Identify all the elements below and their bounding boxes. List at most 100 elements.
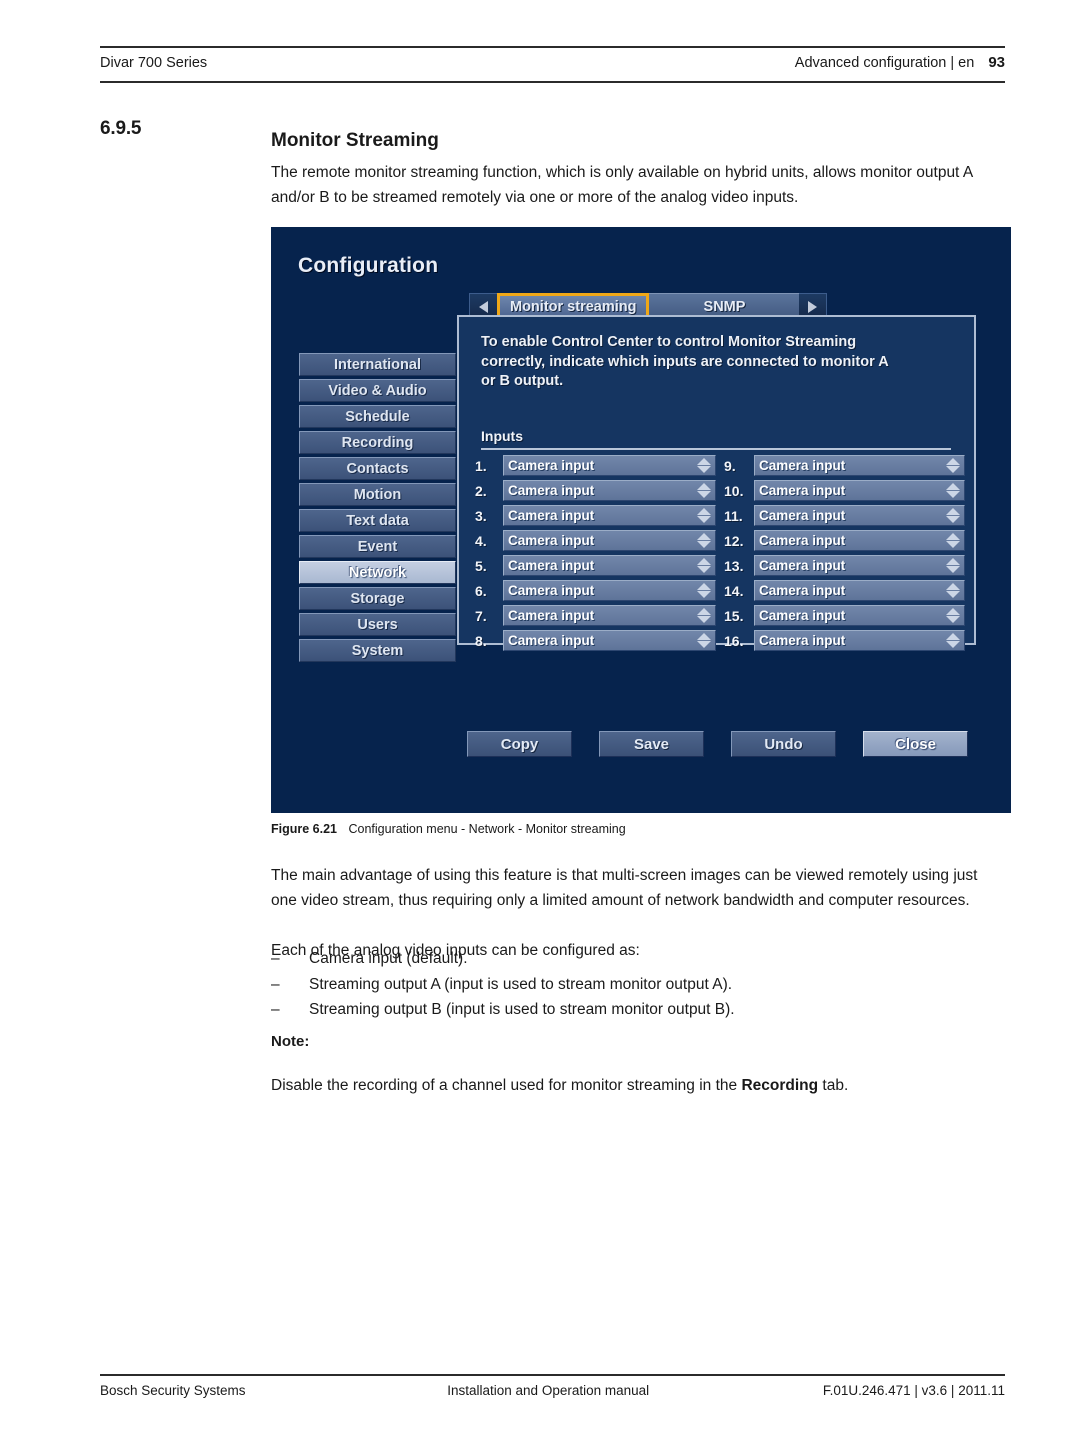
spinner-updown-icon[interactable] [696,582,712,599]
input-row-16: 16. Camera input [724,630,965,651]
sidebar-item-text-data[interactable]: Text data [299,509,456,532]
spinner-updown-icon[interactable] [696,607,712,624]
input-row-9: 9. Camera input [724,455,965,476]
spinner-updown-icon[interactable] [945,482,961,499]
input-9-select[interactable]: Camera input [754,455,965,476]
spinner-updown-icon[interactable] [945,532,961,549]
sidebar-item-label: Contacts [346,460,409,477]
input-row-13: 13. Camera input [724,555,965,576]
input-select-value: Camera input [508,633,595,648]
sidebar-item-video-audio[interactable]: Video & Audio [299,379,456,402]
save-button[interactable]: Save [599,731,704,757]
header-chapter-label: Advanced configuration | en [794,55,975,71]
header-rule-bottom [100,81,1005,83]
header-page-number: 93 [988,54,1005,71]
tab-snmp-label: SNMP [703,299,746,315]
input-row-2: 2. Camera input [475,480,716,501]
sidebar-item-international[interactable]: International [299,353,456,376]
input-number: 5. [475,557,487,574]
intro-paragraph: The remote monitor streaming function, w… [271,163,973,207]
input-13-select[interactable]: Camera input [754,555,965,576]
input-11-select[interactable]: Camera input [754,505,965,526]
screenshot-window-title: Configuration [298,254,439,277]
sidebar-item-label: Text data [346,512,409,529]
panel-description: To enable Control Center to control Moni… [481,334,889,389]
sidebar-item-storage[interactable]: Storage [299,587,456,610]
undo-button[interactable]: Undo [731,731,836,757]
spinner-updown-icon[interactable] [696,532,712,549]
sidebar-item-motion[interactable]: Motion [299,483,456,506]
input-2-select[interactable]: Camera input [503,480,716,501]
spinner-updown-icon[interactable] [945,457,961,474]
spinner-updown-icon[interactable] [696,557,712,574]
input-select-value: Camera input [508,483,595,498]
inputs-divider [481,448,951,450]
copy-button[interactable]: Copy [467,731,572,757]
input-10-select[interactable]: Camera input [754,480,965,501]
sidebar-item-label: System [351,642,404,659]
spinner-updown-icon[interactable] [945,607,961,624]
input-7-select[interactable]: Camera input [503,605,716,626]
input-5-select[interactable]: Camera input [503,555,716,576]
page-header: Divar 700 Series Advanced configuration … [100,46,1005,83]
inputs-column-right: 9. Camera input 10. Camera input 11. Cam… [724,455,965,651]
input-number: 11. [724,507,743,524]
sidebar-item-label: Schedule [345,408,410,425]
note-text-suffix: tab. [818,1076,849,1094]
input-12-select[interactable]: Camera input [754,530,965,551]
spinner-updown-icon[interactable] [696,507,712,524]
input-select-value: Camera input [508,558,595,573]
input-number: 9. [724,457,736,474]
close-button[interactable]: Close [863,731,968,757]
spinner-updown-icon[interactable] [696,482,712,499]
note-text-emphasis: Recording [741,1076,819,1094]
input-select-value: Camera input [759,508,846,523]
list-item-text: Streaming output A (input is used to str… [309,975,733,993]
sidebar-item-schedule[interactable]: Schedule [299,405,456,428]
figure-caption-label: Figure 6.21 [271,822,337,836]
bullet-dash: – [271,1001,280,1018]
input-14-select[interactable]: Camera input [754,580,965,601]
input-8-select[interactable]: Camera input [503,630,716,651]
body-paragraph-1: The main advantage of using this feature… [271,866,978,910]
input-number: 12. [724,532,744,549]
spinner-updown-icon[interactable] [945,582,961,599]
monitor-streaming-panel: To enable Control Center to control Moni… [457,315,976,651]
input-select-value: Camera input [759,458,846,473]
footer-manual-title: Installation and Operation manual [447,1383,650,1398]
sidebar-item-network[interactable]: Network [299,561,456,584]
sidebar-item-users[interactable]: Users [299,613,456,636]
section-number: 6.9.5 [100,118,142,139]
chevron-right-icon [808,300,818,313]
spinner-updown-icon[interactable] [945,507,961,524]
screenshot-action-buttons: Copy Save Undo Close [467,731,968,757]
sidebar-item-recording[interactable]: Recording [299,431,456,454]
spinner-updown-icon[interactable] [696,632,712,649]
sidebar-item-label: International [333,356,421,373]
input-16-select[interactable]: Camera input [754,630,965,651]
sidebar-item-event[interactable]: Event [299,535,456,558]
spinner-updown-icon[interactable] [696,457,712,474]
spinner-updown-icon[interactable] [945,557,961,574]
bullet-dash: – [271,950,280,967]
input-number: 1. [475,457,487,474]
footer-document-id: F.01U.246.471 | v3.6 | 2011.11 [822,1383,1005,1398]
sidebar-item-contacts[interactable]: Contacts [299,457,456,480]
undo-button-label: Undo [764,735,803,753]
sidebar-item-label: Users [357,616,398,633]
inputs-grid: 1. Camera input 2. Camera input 3. Camer… [475,455,965,651]
input-select-value: Camera input [508,608,595,623]
input-6-select[interactable]: Camera input [503,580,716,601]
input-15-select[interactable]: Camera input [754,605,965,626]
input-number: 2. [475,482,487,499]
inputs-section-label: Inputs [481,428,523,444]
note-label: Note: [271,1033,310,1050]
configuration-options-list: – Camera input (default). – Streaming ou… [271,946,1003,1023]
input-number: 8. [475,632,487,649]
input-4-select[interactable]: Camera input [503,530,716,551]
spinner-updown-icon[interactable] [945,632,961,649]
input-3-select[interactable]: Camera input [503,505,716,526]
input-select-value: Camera input [759,633,846,648]
input-1-select[interactable]: Camera input [503,455,716,476]
sidebar-item-system[interactable]: System [299,639,456,662]
